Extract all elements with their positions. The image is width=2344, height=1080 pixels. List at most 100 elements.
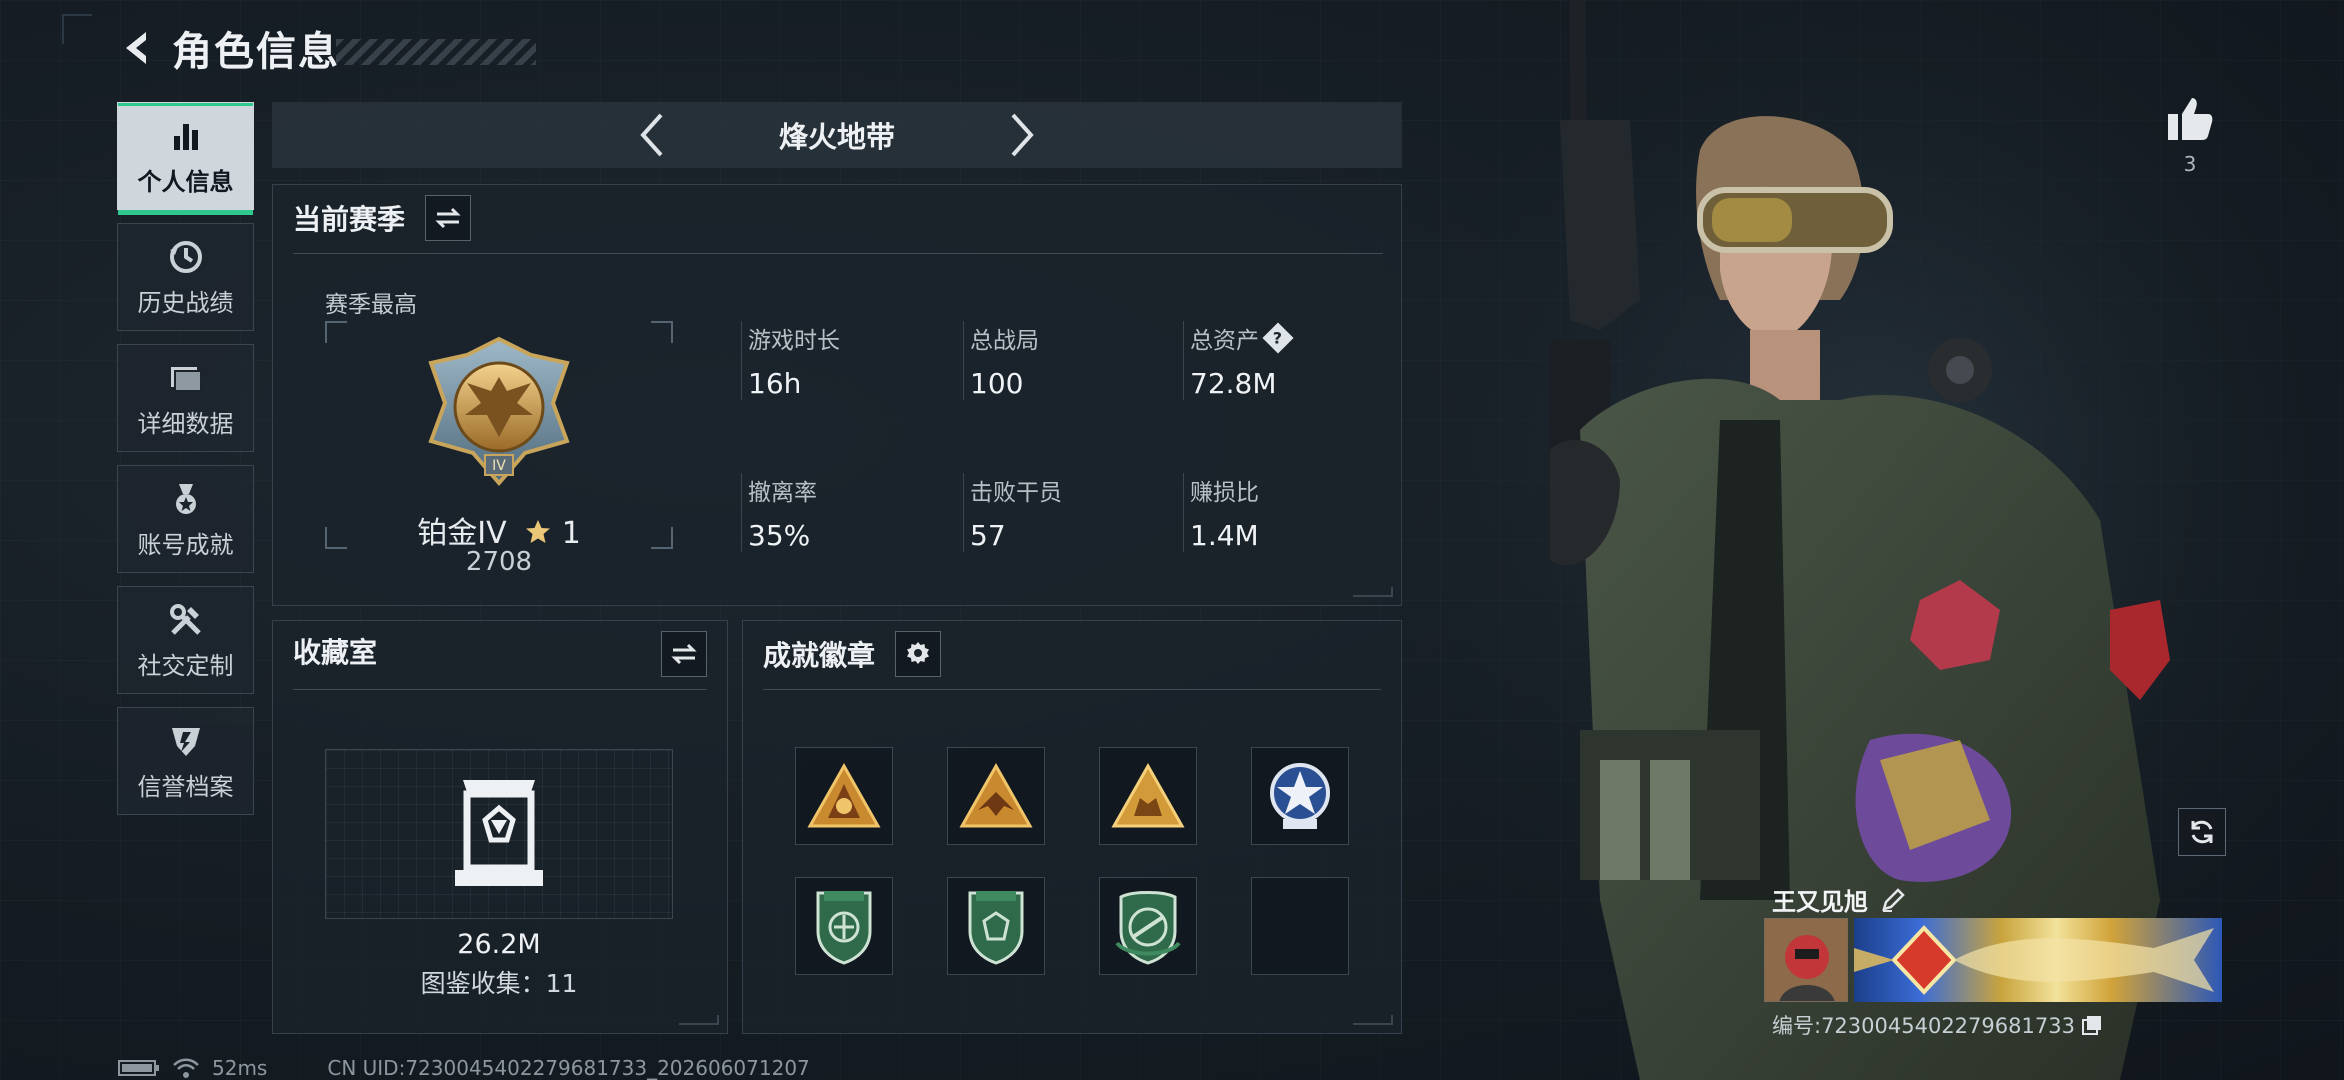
stat-value: 72.8M — [1190, 367, 1277, 400]
green-shield-gun-badge-icon — [1115, 891, 1181, 965]
avatar[interactable] — [1764, 918, 1848, 1002]
badge-gold-triangle-beast[interactable] — [1099, 747, 1197, 845]
edit-pencil-icon[interactable] — [1880, 887, 1906, 913]
mode-selector: 烽火地带 — [272, 102, 1402, 168]
blue-star-badge-icon — [1270, 763, 1330, 829]
nav-label: 社交定制 — [137, 651, 234, 680]
stat-total-assets: 总资产 ? 72.8M — [1183, 321, 1383, 400]
nav-label: 详细数据 — [137, 409, 234, 438]
badges-panel: 成就徽章 — [742, 620, 1402, 1034]
badge-gold-triangle[interactable] — [795, 747, 893, 845]
rotate-model-button[interactable] — [2178, 808, 2226, 856]
rank-score: 2708 — [465, 547, 533, 577]
folder-icon — [166, 358, 206, 398]
nav-item-credit-record[interactable]: 信誉档案 — [117, 707, 254, 815]
stat-profit-loss: 赚损比 1.4M — [1183, 473, 1383, 552]
season-panel: 当前赛季 赛季最高 IV 铂金IV 1 2708 游戏时长 16h 总战局 10… — [272, 184, 1402, 606]
green-shield-badge-icon — [816, 891, 872, 965]
corner-decoration — [62, 14, 92, 44]
like-count: 3 — [2183, 152, 2197, 176]
stat-value: 35% — [748, 519, 811, 552]
gear-icon — [907, 642, 930, 664]
gold-triangle-wings-badge-icon — [959, 762, 1033, 828]
like-widget[interactable]: 3 — [2160, 96, 2220, 176]
stat-value: 1.4M — [1190, 519, 1259, 552]
collection-title: 收藏室 — [293, 636, 378, 669]
stat-value: 57 — [970, 519, 1006, 552]
switch-arrows-icon — [435, 207, 461, 229]
mode-next-button[interactable] — [992, 105, 1052, 165]
side-nav: 个人信息 历史战绩 详细数据 账号成就 社交定制 信誉档案 — [117, 102, 254, 828]
player-name-row: 王又见旭 — [1772, 882, 1906, 917]
collection-preview[interactable] — [325, 749, 673, 919]
uid-text: CN UID:7230045402279681733_202606071207 — [327, 1056, 810, 1080]
season-subtitle: 赛季最高 — [325, 292, 417, 318]
collection-panel: 收藏室 26.2M 图鉴收集：11 — [272, 620, 728, 1034]
stat-extraction-rate: 撤离率 35% — [741, 473, 941, 552]
badge-green-shield[interactable] — [795, 877, 893, 975]
wifi-icon — [173, 1058, 199, 1078]
stat-label: 撤离率 — [748, 480, 817, 506]
platinum-rank-emblem: IV — [428, 336, 570, 487]
bar-chart-icon — [166, 116, 206, 156]
player-nameplate — [1854, 918, 2222, 1002]
copy-icon[interactable] — [2081, 1014, 2103, 1036]
stat-label: 赚损比 — [1190, 480, 1259, 506]
stat-play-time: 游戏时长 16h — [741, 321, 941, 400]
badges-title: 成就徽章 — [763, 639, 876, 672]
tools-icon — [166, 600, 206, 640]
collection-switch-button[interactable] — [661, 631, 707, 677]
player-name: 王又见旭 — [1772, 888, 1868, 916]
stat-label: 游戏时长 — [748, 328, 840, 354]
player-id-row: 编号:7230045402279681733 — [1772, 1010, 2103, 1040]
status-bar: 52ms CN UID:7230045402279681733_20260607… — [118, 1056, 810, 1080]
season-switch-button[interactable] — [425, 195, 472, 241]
back-button[interactable] — [110, 20, 166, 76]
chevron-right-icon — [1011, 113, 1034, 157]
nav-item-match-history[interactable]: 历史战绩 — [117, 223, 254, 331]
credit-shield-icon — [166, 721, 206, 761]
back-arrow-icon — [126, 32, 146, 64]
page-header: 角色信息 — [110, 18, 536, 78]
badges-settings-button[interactable] — [895, 631, 942, 677]
ping-value: 52ms — [212, 1056, 268, 1080]
mode-prev-button[interactable] — [622, 105, 682, 165]
help-icon[interactable]: ? — [1262, 322, 1294, 354]
stat-operators-defeated: 击败干员 57 — [963, 473, 1163, 552]
stat-label-row: 总资产 ? — [1190, 321, 1383, 355]
gold-triangle-badge-icon — [807, 762, 881, 828]
display-case-icon — [455, 780, 543, 886]
stat-label: 总战局 — [970, 328, 1039, 354]
nav-item-account-achievements[interactable]: 账号成就 — [117, 465, 254, 573]
collection-value: 26.2M — [457, 929, 541, 960]
svg-text:IV: IV — [492, 458, 506, 474]
stat-label: 总资产 — [1190, 328, 1259, 354]
stat-value: 100 — [970, 367, 1024, 400]
nav-label: 历史战绩 — [137, 288, 234, 317]
nav-item-social-customization[interactable]: 社交定制 — [117, 586, 254, 694]
collection-count: 图鉴收集：11 — [420, 969, 578, 998]
stat-value: 16h — [748, 367, 802, 400]
rank-stars: 1 — [561, 516, 581, 551]
refresh-icon — [2191, 820, 2213, 844]
nav-label: 账号成就 — [137, 530, 234, 559]
green-shield-helmet-badge-icon — [968, 891, 1024, 965]
title-decoration — [336, 39, 536, 65]
nav-label: 个人信息 — [137, 167, 234, 196]
badge-blue-star[interactable] — [1251, 747, 1349, 845]
switch-arrows-icon — [671, 643, 697, 665]
history-clock-icon — [166, 237, 206, 277]
gold-triangle-beast-badge-icon — [1111, 762, 1185, 828]
badge-gold-triangle-wings[interactable] — [947, 747, 1045, 845]
nav-item-personal-info[interactable]: 个人信息 — [117, 102, 254, 215]
rank-name: 铂金IV — [417, 516, 507, 551]
badge-green-shield-helmet[interactable] — [947, 877, 1045, 975]
stat-label: 击败干员 — [970, 480, 1062, 506]
mode-title: 烽火地带 — [778, 120, 895, 154]
chevron-left-icon — [640, 113, 663, 157]
season-title: 当前赛季 — [293, 203, 406, 236]
stat-total-matches: 总战局 100 — [963, 321, 1163, 400]
nav-item-detailed-data[interactable]: 详细数据 — [117, 344, 254, 452]
badge-empty-slot[interactable] — [1251, 877, 1349, 975]
badge-green-shield-gun[interactable] — [1099, 877, 1197, 975]
